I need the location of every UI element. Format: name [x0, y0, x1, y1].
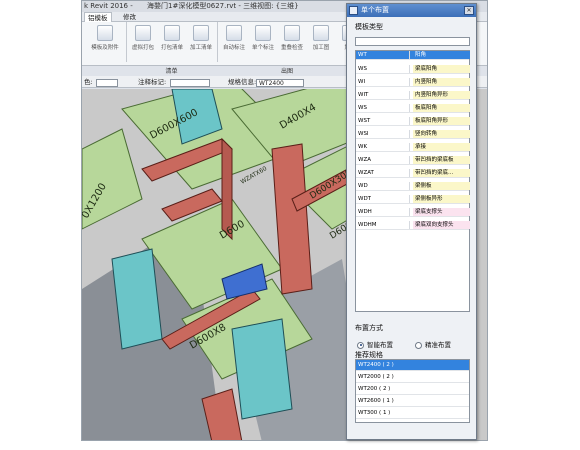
single-dimension-button[interactable]: 单个标注	[250, 25, 276, 59]
list-item[interactable]: WDH 梁底支撑头	[356, 208, 470, 217]
template-type-label: 模板类型	[355, 23, 383, 31]
close-icon[interactable]: ✕	[464, 6, 474, 15]
overlap-icon	[284, 25, 300, 41]
layout-mode-label: 布置方式	[355, 324, 383, 332]
single-layout-panel: 单个布置 ✕ 模板类型 WT 阳角 WS 梁底阳角 WI 内竖阳角 WIT 内竖阳角异形…	[346, 3, 477, 440]
tab-modify[interactable]: 修改	[120, 12, 139, 22]
list-item[interactable]: WSI 竖向转角	[356, 130, 470, 139]
list-item[interactable]: WT2000 ( 2 )	[356, 372, 469, 383]
list-item[interactable]: WT300 ( 1 )	[356, 408, 469, 419]
panel-title-bar: 单个布置 ✕	[347, 4, 476, 17]
document-title: 海婺门1#深化模型0627.rvt - 三维视图: {三维}	[147, 2, 299, 10]
panel-title: 单个布置	[361, 6, 389, 14]
radio-precise-layout[interactable]: 精准布置	[415, 339, 451, 349]
color-label: 色:	[84, 78, 93, 86]
dimension-icon	[255, 25, 271, 41]
spec-label: 规格信息:	[228, 78, 257, 86]
list-item[interactable]: WT2400 ( 2 )	[356, 360, 469, 371]
template-filter-input[interactable]	[355, 37, 470, 46]
list-item[interactable]: WDT 梁侧板异形	[356, 195, 470, 204]
pack-icon	[135, 25, 151, 41]
list-item[interactable]: WIT 内竖阳角异形	[356, 91, 470, 100]
template-type-list[interactable]: WT 阳角 WS 梁底阳角 WI 内竖阳角 WIT 内竖阳角异形 WS 板底阳角 WST 板…	[355, 50, 470, 312]
radio-checked-icon	[357, 341, 364, 349]
list-item[interactable]: WD 梁侧板	[356, 182, 470, 191]
list-item[interactable]: WK 承接	[356, 143, 470, 152]
color-select[interactable]	[96, 77, 118, 89]
app-icon	[349, 6, 358, 15]
list-item[interactable]: WZA 带凹挡的梁底板	[356, 156, 470, 165]
annotation-field[interactable]	[170, 77, 210, 89]
annotation-label: 注释标记:	[138, 78, 167, 86]
pack-list-button[interactable]: 打包清单	[159, 25, 185, 59]
tab-aluminum-formwork[interactable]: 铝模板	[84, 12, 112, 22]
group-list-label: 清单	[165, 68, 178, 75]
list-item[interactable]: WT200 ( 2 )	[356, 384, 469, 395]
list-icon	[164, 25, 180, 41]
formwork-icon	[97, 25, 113, 41]
auto-dimension-button[interactable]: 自动标注	[221, 25, 247, 59]
list-item[interactable]: WZAT 带凹挡的梁底...	[356, 169, 470, 178]
group-drawing-label: 出图	[280, 68, 293, 75]
drawing-icon	[313, 25, 329, 41]
list-item[interactable]: WDHM 梁底双向支撑头	[356, 221, 470, 230]
ribbon-separator	[217, 22, 218, 62]
recommended-spec-list[interactable]: WT2400 ( 2 ) WT2000 ( 2 ) WT200 ( 2 ) WT…	[355, 359, 470, 423]
list-item[interactable]: WI 内竖阳角	[356, 78, 470, 87]
radio-smart-layout[interactable]: 智能布置	[357, 339, 393, 349]
list-item[interactable]: WS 板底阳角	[356, 104, 470, 113]
list-item[interactable]: WST 板底阳角异形	[356, 117, 470, 126]
process-list-button[interactable]: 加工清单	[188, 25, 214, 59]
list-item[interactable]: WT 阳角	[356, 51, 470, 60]
virtual-pack-button[interactable]: 虚拟打包	[130, 25, 156, 59]
list-item[interactable]: WS 梁底阳角	[356, 65, 470, 74]
process-drawing-button[interactable]: 加工图	[308, 25, 334, 59]
formwork-accessories-button[interactable]: 模板及附件	[88, 25, 122, 59]
app-title: k Revit 2016 -	[84, 2, 133, 10]
radio-unchecked-icon	[415, 341, 422, 349]
spec-field[interactable]: WT2400	[256, 77, 304, 89]
ribbon-separator	[126, 22, 127, 62]
auto-dimension-icon	[226, 25, 242, 41]
overlap-check-button[interactable]: 重叠检查	[279, 25, 305, 59]
process-list-icon	[193, 25, 209, 41]
list-item[interactable]: WT2600 ( 1 )	[356, 396, 469, 407]
